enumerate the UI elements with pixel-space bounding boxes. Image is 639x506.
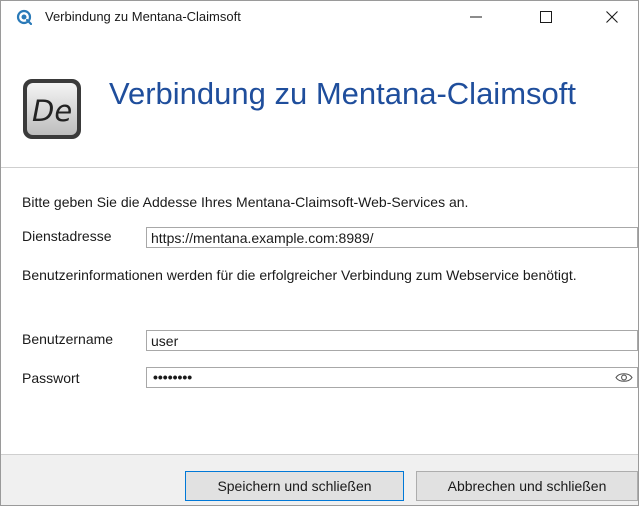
logo-text: De [32, 94, 72, 128]
service-address-label: Dienstadresse [22, 228, 112, 244]
close-icon [606, 10, 618, 23]
dialog-footer: Speichern und schließen Abbrechen und sc… [1, 455, 638, 505]
maximize-button[interactable] [523, 1, 569, 32]
user-info-note: Benutzerinformationen werden für die erf… [22, 267, 577, 283]
window-title: Verbindung zu Mentana-Claimsoft [45, 9, 241, 24]
minimize-button[interactable] [453, 1, 499, 32]
dialog-heading: Verbindung zu Mentana-Claimsoft [109, 76, 576, 111]
password-input[interactable]: •••••••• [146, 367, 638, 388]
cancel-and-close-button[interactable]: Abbrechen und schließen [416, 471, 638, 501]
title-bar[interactable]: Verbindung zu Mentana-Claimsoft [1, 1, 638, 32]
service-address-input[interactable] [146, 227, 638, 248]
dialog-window: Verbindung zu Mentana-Claimsoft De Verbi… [0, 0, 639, 506]
minimize-icon [470, 16, 482, 17]
password-masked-value: •••••••• [153, 369, 193, 385]
intro-text: Bitte geben Sie die Addesse Ihres Mentan… [22, 194, 469, 210]
close-button[interactable] [589, 1, 635, 32]
password-label: Passwort [22, 370, 80, 386]
username-input[interactable] [146, 330, 638, 351]
form-area: Bitte geben Sie die Addesse Ihres Mentan… [1, 168, 638, 455]
de-logo-icon: De [23, 79, 81, 139]
dialog-header: De Verbindung zu Mentana-Claimsoft [1, 32, 638, 168]
app-icon [16, 9, 32, 25]
eye-icon[interactable] [615, 371, 633, 384]
username-label: Benutzername [22, 331, 114, 347]
maximize-icon [540, 10, 552, 23]
save-and-close-button[interactable]: Speichern und schließen [185, 471, 404, 501]
